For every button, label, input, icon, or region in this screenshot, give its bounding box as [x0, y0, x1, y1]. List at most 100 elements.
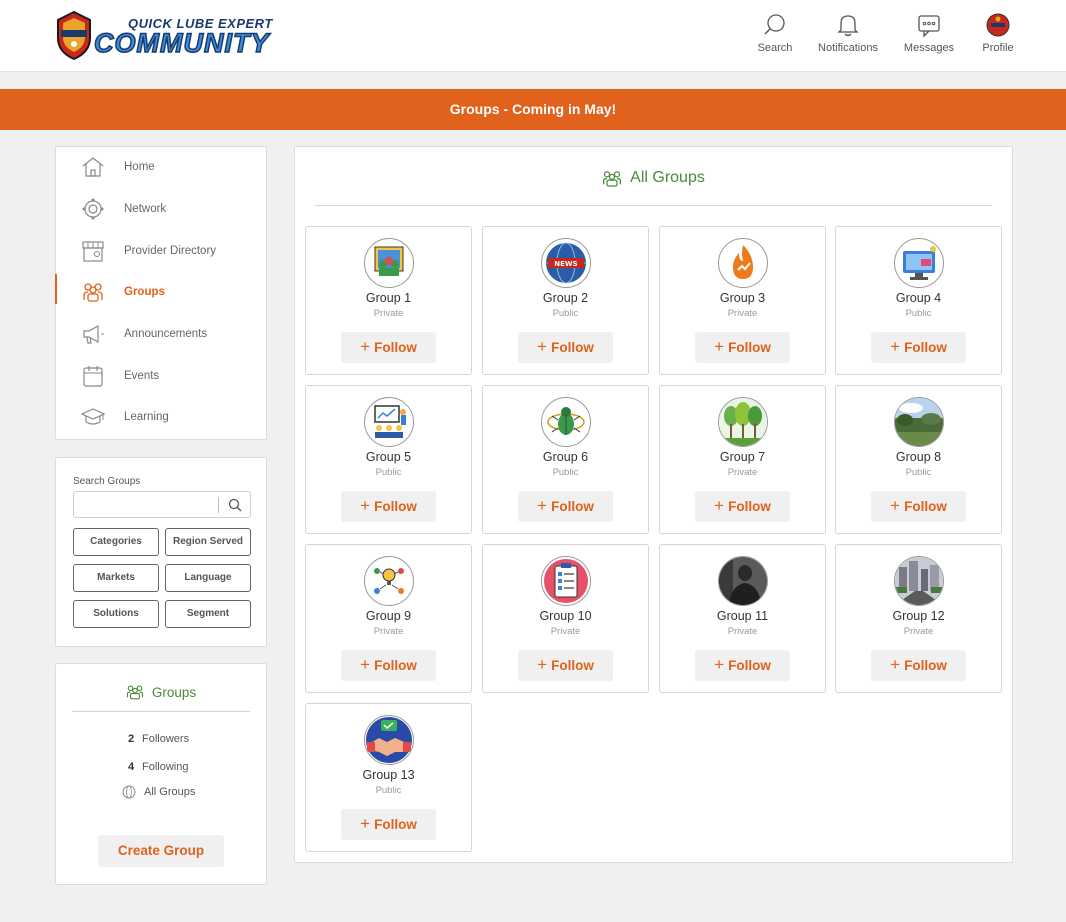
group-name: Group 3 — [719, 291, 766, 305]
follow-button[interactable]: + Follow — [871, 332, 966, 363]
divider — [72, 711, 250, 712]
group-card[interactable]: Group 4 Public + Follow — [835, 226, 1002, 375]
nav-profile[interactable]: Profile — [958, 12, 1038, 54]
sidebar-item-home[interactable]: Home — [56, 147, 266, 187]
groups-icon — [126, 685, 143, 700]
follow-button[interactable]: + Follow — [341, 650, 436, 681]
plus-icon: + — [890, 496, 901, 515]
group-card[interactable]: Group 9 Private + Follow — [305, 544, 472, 693]
group-name: Group 4 — [895, 291, 942, 305]
search-button[interactable] — [224, 495, 246, 515]
follow-button[interactable]: + Follow — [871, 491, 966, 522]
sidebar-item-groups[interactable]: Groups — [55, 272, 266, 312]
group-privacy: Private — [727, 467, 758, 478]
follow-label: Follow — [904, 340, 947, 355]
group-privacy: Public — [375, 785, 402, 796]
plus-icon: + — [360, 655, 371, 674]
clipboard-checklist-icon — [541, 556, 591, 606]
filter-segment-button[interactable]: Segment — [165, 600, 251, 628]
sidebar-item-network[interactable]: Network — [56, 189, 266, 229]
follow-label: Follow — [374, 658, 417, 673]
group-card[interactable]: Group 3 Private + Follow — [659, 226, 826, 375]
follow-button[interactable]: + Follow — [341, 491, 436, 522]
calendar-icon — [80, 363, 106, 389]
stats-title-text: Groups — [151, 684, 197, 700]
follow-button[interactable]: + Follow — [518, 491, 613, 522]
group-card[interactable]: Group 6 Public + Follow — [482, 385, 649, 534]
plus-icon: + — [537, 337, 548, 356]
following-stat[interactable]: 4 Following — [128, 761, 188, 773]
group-name: Group 8 — [895, 450, 942, 464]
group-card[interactable]: Group 7 Private + Follow — [659, 385, 826, 534]
sidebar-item-label: Network — [124, 203, 167, 215]
sidebar-item-label: Events — [124, 370, 160, 382]
search-input[interactable] — [78, 495, 216, 514]
search-box — [73, 491, 251, 518]
nav-profile-label: Profile — [982, 42, 1014, 54]
nav-search[interactable]: Search — [735, 12, 815, 54]
plus-icon: + — [537, 655, 548, 674]
follow-button[interactable]: + Follow — [518, 332, 613, 363]
follow-button[interactable]: + Follow — [341, 332, 436, 363]
groups-icon — [80, 279, 106, 305]
filter-categories-button[interactable]: Categories — [73, 528, 159, 556]
filter-solutions-button[interactable]: Solutions — [73, 600, 159, 628]
group-card[interactable]: Group 13 Public + Follow — [305, 703, 472, 852]
home-icon — [80, 154, 106, 180]
group-privacy: Private — [373, 308, 404, 319]
globe-icon — [122, 785, 136, 799]
all-groups-label: All Groups — [144, 786, 196, 798]
followers-stat[interactable]: 2 Followers — [128, 733, 189, 745]
group-card[interactable]: Group 1 Private + Follow — [305, 226, 472, 375]
follow-label: Follow — [904, 499, 947, 514]
sidebar-item-label: Announcements — [124, 328, 208, 340]
follow-button[interactable]: + Follow — [695, 491, 790, 522]
groups-stats-panel: Groups 2 Followers 4 Following All Group… — [55, 663, 267, 885]
sidebar-item-announcements[interactable]: Announcements — [56, 314, 266, 354]
handshake-icon — [364, 715, 414, 765]
flame-growth-icon — [718, 238, 768, 288]
group-card[interactable]: Group 8 Public + Follow — [835, 385, 1002, 534]
sidebar-menu: Home Network Provider Directory Groups A… — [55, 146, 267, 440]
avatar — [958, 12, 1038, 38]
brand-logo[interactable]: QUICK LUBE EXPERT COMMUNITY — [54, 10, 272, 62]
all-groups-link[interactable]: All Groups — [122, 785, 195, 799]
follow-button[interactable]: + Follow — [518, 650, 613, 681]
filter-region-served-button[interactable]: Region Served — [165, 528, 251, 556]
group-card[interactable]: NEWS Group 2 Public + Follow — [482, 226, 649, 375]
group-privacy: Public — [552, 308, 579, 319]
group-card[interactable]: Group 12 Private + Follow — [835, 544, 1002, 693]
page-title: All Groups — [295, 169, 1012, 187]
create-group-button[interactable]: Create Group — [98, 835, 224, 867]
nav-messages-label: Messages — [903, 42, 955, 54]
filter-language-button[interactable]: Language — [165, 564, 251, 592]
group-card[interactable]: Group 10 Private + Follow — [482, 544, 649, 693]
sidebar-item-label: Learning — [124, 411, 169, 423]
bug-icon — [541, 397, 591, 447]
globe-news-icon: NEWS — [541, 238, 591, 288]
following-label: Following — [142, 761, 189, 773]
follow-button[interactable]: + Follow — [695, 332, 790, 363]
follow-label: Follow — [551, 340, 594, 355]
nav-messages[interactable]: Messages — [889, 12, 969, 54]
plus-icon: + — [537, 496, 548, 515]
nav-notifications[interactable]: Notifications — [808, 12, 888, 54]
sidebar-item-events[interactable]: Events — [56, 356, 266, 396]
group-privacy: Private — [550, 626, 581, 637]
sidebar-item-provider-directory[interactable]: Provider Directory — [56, 231, 266, 271]
filter-markets-button[interactable]: Markets — [73, 564, 159, 592]
follow-label: Follow — [904, 658, 947, 673]
group-name: Group 10 — [539, 609, 592, 623]
follow-button[interactable]: + Follow — [341, 809, 436, 840]
sidebar-item-learning[interactable]: Learning — [56, 397, 266, 437]
plus-icon: + — [714, 496, 725, 515]
follow-button[interactable]: + Follow — [695, 650, 790, 681]
group-card[interactable]: Group 5 Public + Follow — [305, 385, 472, 534]
plus-icon: + — [360, 337, 371, 356]
group-card[interactable]: Group 11 Private + Follow — [659, 544, 826, 693]
follow-button[interactable]: + Follow — [871, 650, 966, 681]
conference-icon — [364, 397, 414, 447]
groups-icon — [603, 170, 622, 187]
page-title-text: All Groups — [630, 169, 705, 186]
follow-label: Follow — [728, 658, 771, 673]
